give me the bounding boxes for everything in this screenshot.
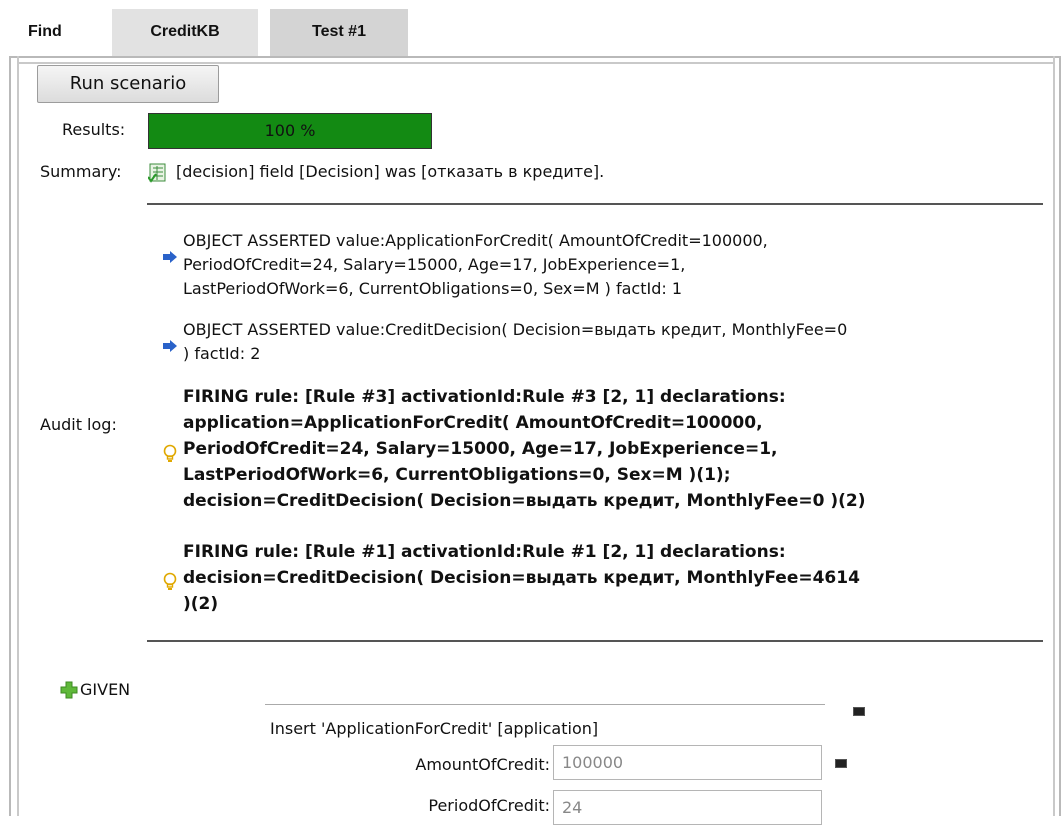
audit-entry-object-asserted: OBJECT ASSERTED value:ApplicationForCred… (183, 229, 1043, 301)
insert-fact-label: Insert 'ApplicationForCredit' [applicati… (270, 719, 599, 738)
audit-line: FIRING rule: [Rule #3] activationId:Rule… (183, 387, 786, 407)
period-of-credit-input[interactable] (553, 790, 822, 825)
audit-line: PeriodOfCredit=24, Salary=15000, Age=17,… (183, 439, 778, 459)
lightbulb-icon (163, 572, 177, 590)
audit-line: ) factId: 2 (183, 344, 261, 363)
audit-line: )(2) (183, 594, 219, 614)
divider-bottom (147, 640, 1043, 642)
results-label: Results: (62, 120, 126, 139)
given-label[interactable]: GIVEN (80, 680, 130, 699)
audit-line: application=ApplicationForCredit( Amount… (183, 413, 763, 433)
audit-line: LastPeriodOfWork=6, CurrentObligations=0… (183, 279, 683, 298)
tab-find[interactable]: Find (12, 9, 112, 56)
audit-log-label: Audit log: (40, 415, 117, 434)
audit-entry-object-asserted: OBJECT ASSERTED value:CreditDecision( De… (183, 318, 1043, 366)
results-progress-bar: 100 % (148, 113, 432, 149)
summary-text: [decision] field [Decision] was [отказат… (176, 162, 605, 181)
audit-entry-firing-rule: FIRING rule: [Rule #1] activationId:Rule… (183, 539, 1043, 617)
audit-entry-firing-rule: FIRING rule: [Rule #3] activationId:Rule… (183, 384, 1043, 514)
run-scenario-button[interactable]: Run scenario (37, 65, 219, 103)
field-label-period-of-credit: PeriodOfCredit: (428, 796, 550, 815)
audit-line: OBJECT ASSERTED value:CreditDecision( De… (183, 320, 848, 339)
arrow-right-icon (163, 251, 177, 263)
summary-label: Summary: (40, 162, 122, 181)
audit-line: PeriodOfCredit=24, Salary=15000, Age=17,… (183, 255, 686, 274)
audit-line: OBJECT ASSERTED value:ApplicationForCred… (183, 231, 768, 250)
lightbulb-icon (163, 444, 177, 462)
audit-line: decision=CreditDecision( Decision=выдать… (183, 491, 866, 511)
arrow-right-icon (163, 340, 177, 352)
audit-line: decision=CreditDecision( Decision=выдать… (183, 568, 860, 588)
audit-line: LastPeriodOfWork=6, CurrentObligations=0… (183, 465, 731, 485)
frame-top-border (17, 62, 1055, 64)
spreadsheet-check-icon (148, 163, 166, 183)
field-label-amount-of-credit: AmountOfCredit: (415, 755, 550, 774)
amount-of-credit-input[interactable] (553, 745, 822, 780)
frame-right-border (1053, 56, 1055, 816)
tab-creditkb[interactable]: CreditKB (112, 9, 264, 56)
progress-text: 100 % (264, 121, 316, 140)
frame-left-border (17, 56, 19, 816)
audit-line: FIRING rule: [Rule #1] activationId:Rule… (183, 542, 786, 562)
tab-test-1[interactable]: Test #1 (270, 9, 408, 56)
divider-top (147, 203, 1043, 205)
plus-icon[interactable] (60, 681, 78, 699)
insert-divider (265, 704, 825, 705)
remove-field-icon[interactable] (835, 759, 847, 768)
remove-fact-icon[interactable] (853, 707, 865, 716)
